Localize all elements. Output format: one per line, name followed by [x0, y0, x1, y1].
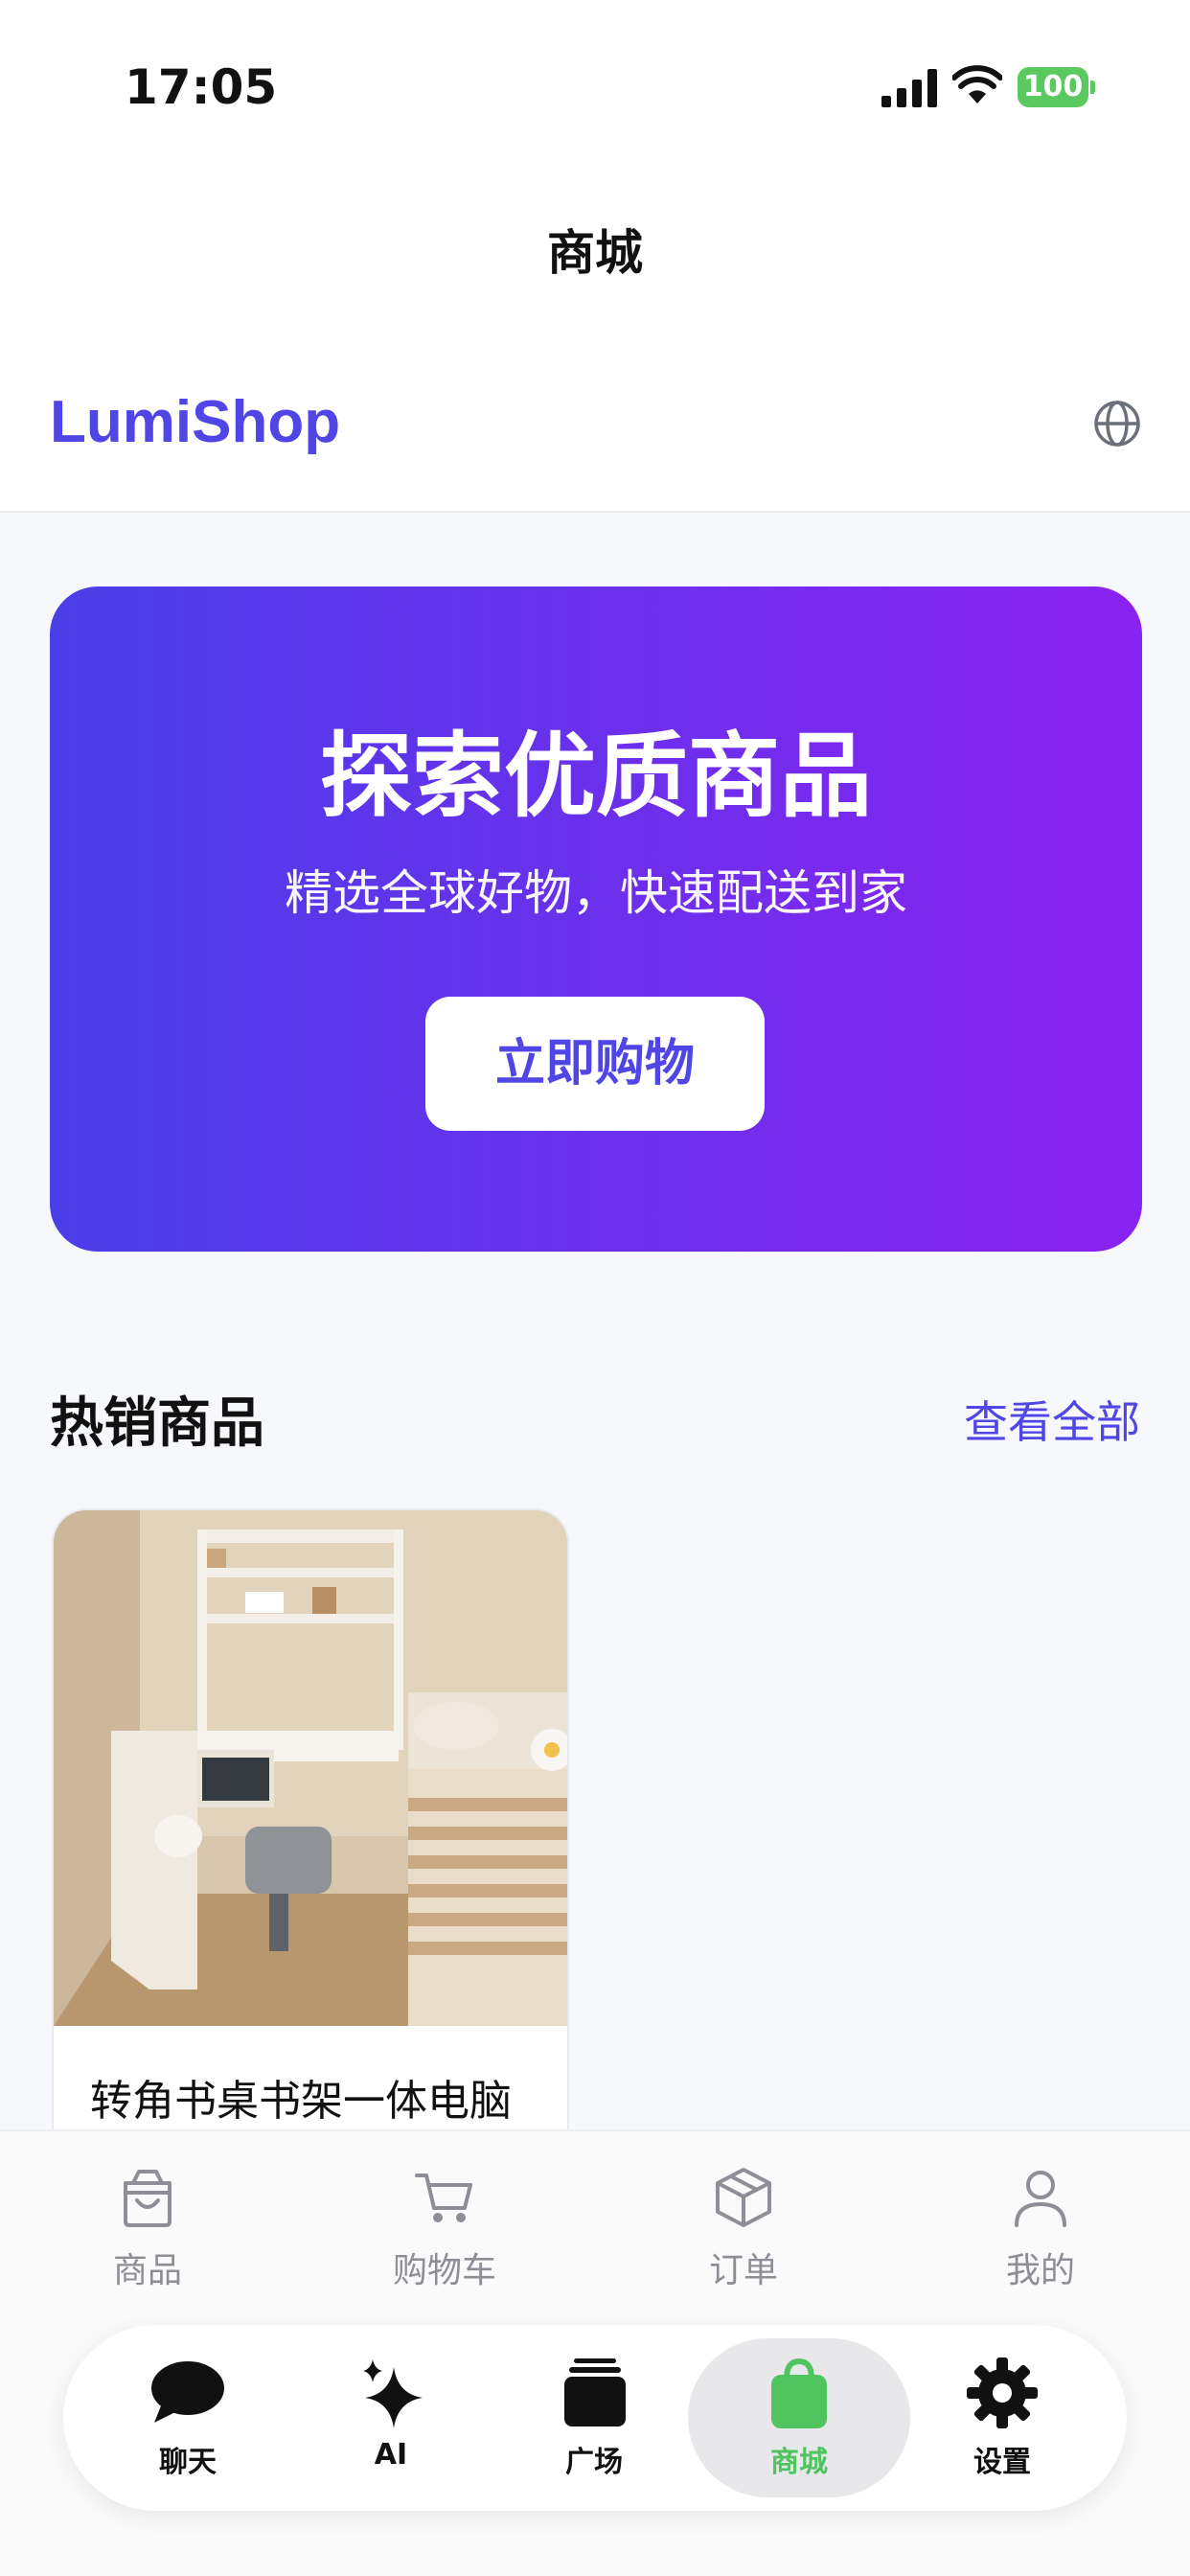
cart-icon: [415, 2174, 472, 2222]
shopping-bag-icon: [124, 2170, 172, 2227]
package-icon: [716, 2168, 771, 2227]
tab-label: 我的: [1005, 2251, 1075, 2290]
shop-header: LumiShop: [0, 316, 1190, 513]
chat-bubble-icon: [151, 2361, 224, 2423]
app-dock: 聊天 AI 广场 商城 设置: [63, 2325, 1127, 2511]
tab-label: 商品: [112, 2251, 182, 2290]
tab-label: 订单: [708, 2251, 778, 2290]
signal-icon: [881, 69, 937, 107]
product-name[interactable]: 转角书桌书架一体电脑: [90, 2066, 512, 2128]
tab-profile[interactable]: 我的: [945, 2166, 1136, 2292]
shopping-bag-icon: [771, 2358, 827, 2428]
sparkle-icon: [363, 2359, 423, 2428]
section-title: 热销商品: [50, 1392, 264, 1455]
user-icon: [1015, 2171, 1066, 2227]
tab-cart[interactable]: 购物车: [349, 2166, 540, 2292]
stack-icon: [564, 2358, 626, 2426]
dock-item-chat[interactable]: 聊天: [111, 2354, 264, 2480]
battery-icon: 100: [1018, 67, 1096, 107]
hero-subtitle: 精选全球好物，快速配送到家: [285, 865, 907, 921]
wifi-icon: [952, 65, 1002, 104]
page-title: 商城: [547, 225, 643, 281]
hero-title: 探索优质商品: [320, 723, 872, 830]
dock-label: AI: [374, 2438, 408, 2472]
dock-label: 商城: [770, 2446, 828, 2479]
dock-item-shop[interactable]: 商城: [722, 2354, 876, 2480]
globe-icon[interactable]: [1092, 399, 1142, 448]
tab-products[interactable]: 商品: [52, 2166, 243, 2292]
dock-label: 聊天: [159, 2446, 217, 2479]
dock-item-ai[interactable]: AI: [314, 2354, 468, 2472]
battery-level: 100: [1018, 67, 1088, 107]
navigation-bar: 商城: [0, 172, 1190, 316]
status-time: 17:05: [125, 59, 278, 115]
dock-item-plaza[interactable]: 广场: [517, 2354, 671, 2480]
product-image[interactable]: [54, 1510, 569, 2026]
view-all-link[interactable]: 查看全部: [964, 1388, 1140, 1451]
brand-logo[interactable]: LumiShop: [50, 388, 340, 456]
hero-banner: 探索优质商品 精选全球好物，快速配送到家 立即购物: [50, 586, 1142, 1252]
shop-now-button[interactable]: 立即购物: [425, 997, 765, 1131]
tab-orders[interactable]: 订单: [648, 2166, 839, 2292]
tab-label: 购物车: [392, 2251, 496, 2290]
status-bar: 17:05 100: [0, 0, 1190, 172]
dock-label: 设置: [973, 2446, 1031, 2479]
dock-label: 广场: [565, 2446, 623, 2479]
product-card[interactable]: 转角书桌书架一体电脑: [52, 1508, 569, 2179]
dock-item-settings[interactable]: 设置: [926, 2354, 1079, 2480]
gear-icon: [967, 2358, 1038, 2428]
